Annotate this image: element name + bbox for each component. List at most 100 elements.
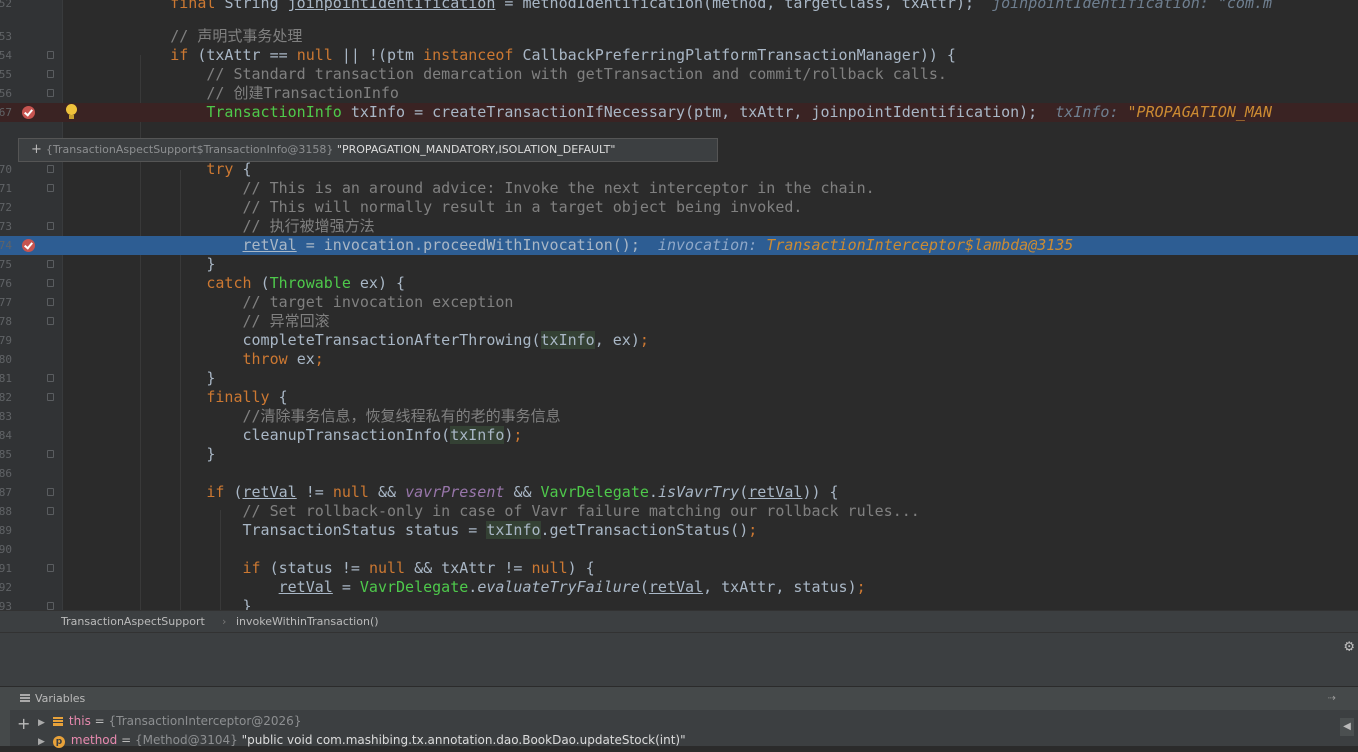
line-number[interactable]: 55: [0, 65, 12, 84]
code-line[interactable]: 52 final String joinpointIdentification …: [0, 0, 1358, 13]
code-line[interactable]: 84 cleanupTransactionInfo(txInfo);: [0, 426, 1358, 445]
code-editor[interactable]: 52 final String joinpointIdentification …: [0, 0, 1358, 610]
line-number[interactable]: 86: [0, 464, 12, 483]
code-line[interactable]: 87 if (retVal != null && vavrPresent && …: [0, 483, 1358, 502]
line-number[interactable]: 73: [0, 217, 12, 236]
line-number[interactable]: 78: [0, 312, 12, 331]
line-number[interactable]: 53: [0, 27, 12, 46]
lightbulb-icon[interactable]: [66, 104, 77, 119]
fold-marker-icon[interactable]: [47, 184, 54, 192]
fold-marker-icon[interactable]: [47, 488, 54, 496]
fold-marker-icon[interactable]: [47, 374, 54, 382]
line-number[interactable]: 82: [0, 388, 12, 407]
code-line[interactable]: 91 if (status != null && txAttr != null)…: [0, 559, 1358, 578]
fold-marker-icon[interactable]: [47, 317, 54, 325]
debug-value-tooltip[interactable]: + {TransactionAspectSupport$TransactionIn…: [18, 138, 718, 162]
code-line[interactable]: 76 catch (Throwable ex) {: [0, 274, 1358, 293]
code-line[interactable]: 88 // Set rollback-only in case of Vavr …: [0, 502, 1358, 521]
line-number[interactable]: 88: [0, 502, 12, 521]
code-line[interactable]: 79 completeTransactionAfterThrowing(txIn…: [0, 331, 1358, 350]
fold-marker-icon[interactable]: [47, 260, 54, 268]
code-line[interactable]: 55 // Standard transaction demarcation w…: [0, 65, 1358, 84]
code-line[interactable]: 70 try {: [0, 160, 1358, 179]
code-line[interactable]: 72 // This will normally result in a tar…: [0, 198, 1358, 217]
code-line[interactable]: 86: [0, 464, 1358, 483]
line-number[interactable]: 83: [0, 407, 12, 426]
line-number[interactable]: 74: [0, 236, 12, 255]
line-number[interactable]: 76: [0, 274, 12, 293]
fold-marker-icon[interactable]: [47, 165, 54, 173]
line-number[interactable]: 71: [0, 179, 12, 198]
line-number[interactable]: 77: [0, 293, 12, 312]
code-line[interactable]: 71 // This is an around advice: Invoke t…: [0, 179, 1358, 198]
code-line[interactable]: 85 }: [0, 445, 1358, 464]
breakpoint-icon[interactable]: [22, 106, 35, 119]
breakpoint-icon[interactable]: [22, 239, 35, 252]
code-text: try {: [98, 160, 251, 179]
pin-icon[interactable]: ⇢: [1328, 687, 1336, 710]
code-line[interactable]: 56 // 创建TransactionInfo: [0, 84, 1358, 103]
code-line[interactable]: 73 // 执行被增强方法: [0, 217, 1358, 236]
code-line[interactable]: 74 retVal = invocation.proceedWithInvoca…: [0, 236, 1358, 255]
code-line[interactable]: 54 if (txAttr == null || !(ptm instanceo…: [0, 46, 1358, 65]
gear-icon[interactable]: ⚙: [1344, 636, 1354, 655]
line-number[interactable]: 93: [0, 597, 12, 610]
code-line[interactable]: 67 TransactionInfo txInfo = createTransa…: [0, 103, 1358, 122]
line-number[interactable]: 70: [0, 160, 12, 179]
line-number[interactable]: 52: [0, 0, 12, 13]
code-line[interactable]: 80 throw ex;: [0, 350, 1358, 369]
collapse-panel-icon[interactable]: ◀: [1340, 718, 1354, 736]
code-line[interactable]: 53 // 声明式事务处理: [0, 27, 1358, 46]
fold-marker-icon[interactable]: [47, 602, 54, 610]
debug-toolbar: ⚙: [0, 632, 1358, 687]
fold-marker-icon[interactable]: [47, 450, 54, 458]
fold-marker-icon[interactable]: [47, 298, 54, 306]
fold-marker-icon[interactable]: [47, 507, 54, 515]
code-line[interactable]: 77 // target invocation exception: [0, 293, 1358, 312]
code-token: , ex): [594, 331, 640, 349]
breadcrumb-method[interactable]: invokeWithinTransaction(): [236, 611, 379, 632]
line-number[interactable]: 91: [0, 559, 12, 578]
expand-triangle-icon[interactable]: ▶: [38, 718, 45, 728]
expand-plus-icon[interactable]: +: [31, 142, 42, 157]
fold-marker-icon[interactable]: [47, 564, 54, 572]
line-number[interactable]: 85: [0, 445, 12, 464]
line-number[interactable]: 89: [0, 521, 12, 540]
fold-marker-icon[interactable]: [47, 70, 54, 78]
line-number[interactable]: 87: [0, 483, 12, 502]
line-number[interactable]: 75: [0, 255, 12, 274]
code-line[interactable]: 93 }: [0, 597, 1358, 610]
fold-marker-icon[interactable]: [47, 89, 54, 97]
code-line[interactable]: 75 }: [0, 255, 1358, 274]
line-number[interactable]: 84: [0, 426, 12, 445]
breadcrumb-class[interactable]: TransactionAspectSupport: [61, 611, 205, 632]
line-number[interactable]: 56: [0, 84, 12, 103]
fold-marker-icon[interactable]: [47, 222, 54, 230]
code-line[interactable]: 78 // 异常回滚: [0, 312, 1358, 331]
line-number[interactable]: 81: [0, 369, 12, 388]
code-token: = invocation.proceedWithInvocation();: [296, 236, 658, 254]
fold-marker-icon[interactable]: [47, 51, 54, 59]
code-line[interactable]: 81 }: [0, 369, 1358, 388]
code-line[interactable]: 90: [0, 540, 1358, 559]
code-line[interactable]: 89 TransactionStatus status = txInfo.get…: [0, 521, 1358, 540]
code-line[interactable]: 82 finally {: [0, 388, 1358, 407]
variable-row[interactable]: ▶ this = {TransactionInterceptor@2026}: [38, 712, 301, 731]
line-number[interactable]: 90: [0, 540, 12, 559]
fold-marker-icon[interactable]: [47, 279, 54, 287]
code-text: TransactionStatus status = txInfo.getTra…: [98, 521, 757, 540]
add-watch-icon[interactable]: +: [17, 714, 30, 733]
line-number[interactable]: 54: [0, 46, 12, 65]
line-number[interactable]: 79: [0, 331, 12, 350]
line-number[interactable]: 80: [0, 350, 12, 369]
line-number[interactable]: 67: [0, 103, 12, 122]
code-line[interactable]: 83 //清除事务信息，恢复线程私有的老的事务信息: [0, 407, 1358, 426]
menu-icon[interactable]: [20, 694, 30, 696]
code-line[interactable]: 92 retVal = VavrDelegate.evaluateTryFail…: [0, 578, 1358, 597]
variable-row[interactable]: ▶ p method = {Method@3104} "public void co…: [38, 731, 686, 750]
line-number[interactable]: 92: [0, 578, 12, 597]
fold-marker-icon[interactable]: [47, 393, 54, 401]
line-number[interactable]: 72: [0, 198, 12, 217]
